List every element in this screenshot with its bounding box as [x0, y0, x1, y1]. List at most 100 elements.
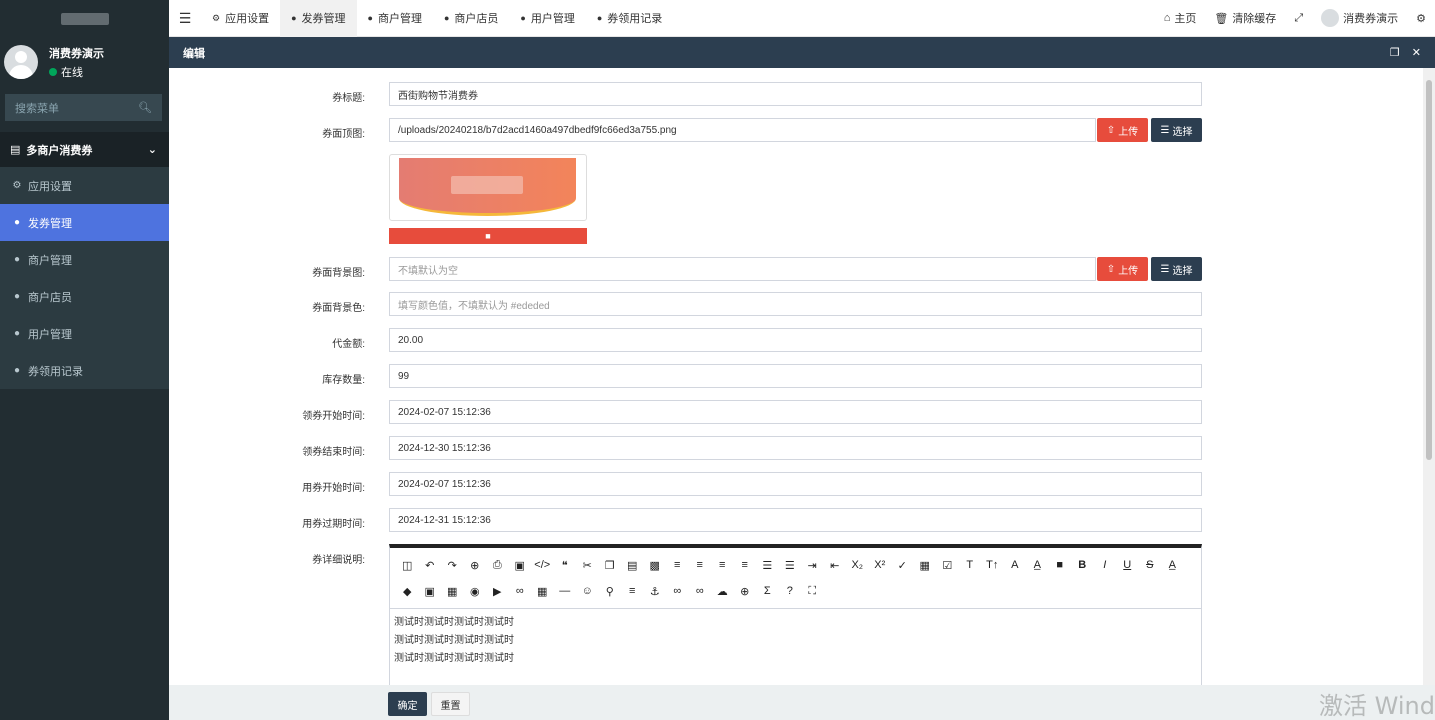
- select-all-icon[interactable]: ▦: [914, 552, 937, 578]
- undo-icon[interactable]: ↶: [419, 552, 442, 578]
- tab-claim-records[interactable]: ● 券领用记录: [586, 0, 673, 37]
- claim-start-input[interactable]: 2024-02-07 15:12:36: [389, 400, 1202, 424]
- source-code-icon[interactable]: ◫: [396, 552, 419, 578]
- table-icon[interactable]: ▦: [531, 578, 554, 604]
- paste-text-icon[interactable]: ▤: [621, 552, 644, 578]
- restore-window-icon[interactable]: ❐: [1390, 46, 1400, 59]
- preview-icon[interactable]: ▣: [509, 552, 532, 578]
- checkbox-icon[interactable]: ☑: [936, 552, 959, 578]
- help-icon[interactable]: ?: [779, 578, 802, 604]
- superscript-icon[interactable]: X²: [869, 552, 892, 578]
- tab-coupon-manage[interactable]: ● 发券管理: [280, 0, 357, 37]
- format-painter-icon[interactable]: A̲: [1161, 552, 1184, 578]
- attachment-icon[interactable]: ∞: [509, 578, 532, 604]
- sidebar-search-input[interactable]: 搜索菜单 🔍︎: [5, 94, 162, 121]
- multi-image-icon[interactable]: ◉: [464, 578, 487, 604]
- bold-icon[interactable]: B: [1071, 552, 1094, 578]
- sidebar-group-coupon[interactable]: ▤ 多商户消费券 ⌄: [0, 132, 169, 167]
- video-icon[interactable]: ▶: [486, 578, 509, 604]
- top-image-select-button[interactable]: ☰ 选择: [1151, 118, 1202, 142]
- image-icon[interactable]: ▣: [419, 578, 442, 604]
- align-left-icon[interactable]: ≡: [666, 552, 689, 578]
- tab-merchant-staff[interactable]: ● 商户店员: [433, 0, 509, 37]
- sidebar-item-merchant-staff[interactable]: ● 商户店员: [0, 278, 169, 315]
- underline-icon[interactable]: U: [1116, 552, 1139, 578]
- use-start-input[interactable]: 2024-02-07 15:12:36: [389, 472, 1202, 496]
- sidebar-item-merchant-manage[interactable]: ● 商户管理: [0, 241, 169, 278]
- top-image-value: /uploads/20240218/b7d2acd1460a497dbedf9f…: [398, 124, 677, 136]
- italic-icon[interactable]: I: [1094, 552, 1117, 578]
- sidebar-item-claim-records[interactable]: ● 券领用记录: [0, 352, 169, 389]
- outdent-icon[interactable]: ⇤: [824, 552, 847, 578]
- eraser-icon[interactable]: ◆: [396, 578, 419, 604]
- tab-user-manage[interactable]: ● 用户管理: [509, 0, 585, 37]
- clear-cache-button[interactable]: 🗑︎ 清除缓存: [1205, 10, 1285, 26]
- tab-app-settings[interactable]: ⚙ 应用设置: [201, 0, 280, 37]
- bg-image-select-button[interactable]: ☰ 选择: [1151, 257, 1202, 281]
- claim-end-input[interactable]: 2024-12-30 15:12:36: [389, 436, 1202, 460]
- cut-icon[interactable]: ✂: [576, 552, 599, 578]
- align-center-icon[interactable]: ≡: [689, 552, 712, 578]
- align-right-icon[interactable]: ≡: [711, 552, 734, 578]
- amount-input[interactable]: 20.00: [389, 328, 1202, 352]
- strikethrough-icon[interactable]: S: [1139, 552, 1162, 578]
- cloud-upload-icon[interactable]: ☁: [711, 578, 734, 604]
- bg-image-upload-button[interactable]: ⇧ 上传: [1097, 257, 1148, 281]
- clear-format-icon[interactable]: ✓: [891, 552, 914, 578]
- zoom-icon[interactable]: ⊕: [734, 578, 757, 604]
- bg-color-input[interactable]: 填写颜色值，不填默认为 #ededed: [389, 292, 1202, 316]
- close-icon[interactable]: ✕: [1412, 46, 1421, 59]
- content-scrollbar[interactable]: [1423, 68, 1435, 685]
- font-family-icon[interactable]: A: [1004, 552, 1027, 578]
- chevron-down-icon[interactable]: ⌄: [148, 143, 157, 156]
- font-size-icon[interactable]: T↑: [981, 552, 1004, 578]
- confirm-button[interactable]: 确定: [388, 692, 427, 716]
- user-menu[interactable]: 消费券演示: [1312, 9, 1407, 27]
- unlink-icon[interactable]: ∞: [689, 578, 712, 604]
- quote-icon[interactable]: ❝: [554, 552, 577, 578]
- menu-toggle-icon[interactable]: ☰: [169, 10, 201, 27]
- settings-button[interactable]: ⚙: [1407, 12, 1435, 25]
- sidebar-item-user-manage[interactable]: ● 用户管理: [0, 315, 169, 352]
- fullscreen-button[interactable]: ⤢: [1285, 12, 1312, 25]
- indent-icon[interactable]: ⇥: [801, 552, 824, 578]
- map-icon[interactable]: ⚲: [599, 578, 622, 604]
- gallery-icon[interactable]: ▦: [441, 578, 464, 604]
- top-image-upload-button[interactable]: ⇧ 上传: [1097, 118, 1148, 142]
- unordered-list-icon[interactable]: ☰: [779, 552, 802, 578]
- code-icon[interactable]: </>: [531, 552, 554, 578]
- search-replace-icon[interactable]: ⊕: [464, 552, 487, 578]
- heading-icon[interactable]: T: [959, 552, 982, 578]
- use-end-input[interactable]: 2024-12-31 15:12:36: [389, 508, 1202, 532]
- emoji-icon[interactable]: ☺: [576, 578, 599, 604]
- search-icon[interactable]: 🔍︎: [138, 101, 152, 114]
- copy-icon[interactable]: ❐: [599, 552, 622, 578]
- stock-input[interactable]: 99: [389, 364, 1202, 388]
- editor-content[interactable]: 测试时测试时测试时测试时 测试时测试时测试时测试时 测试时测试时测试时测试时: [390, 609, 1201, 673]
- tab-merchant-manage[interactable]: ● 商户管理: [357, 0, 433, 37]
- paste-icon[interactable]: ▩: [644, 552, 667, 578]
- title-input[interactable]: 西街购物节消费券: [389, 82, 1202, 106]
- subscript-icon[interactable]: X₂: [846, 552, 869, 578]
- fullscreen-icon[interactable]: ⛶: [801, 578, 824, 604]
- sidebar-item-coupon-manage[interactable]: ● 发券管理: [0, 204, 169, 241]
- scrollbar-thumb[interactable]: [1426, 80, 1432, 460]
- home-link[interactable]: ⌂ 主页: [1155, 10, 1206, 26]
- anchor-icon[interactable]: ⚓: [644, 578, 667, 604]
- text-color-icon[interactable]: A̲: [1026, 552, 1049, 578]
- formula-icon[interactable]: Σ: [756, 578, 779, 604]
- link-icon[interactable]: ∞: [666, 578, 689, 604]
- horizontal-rule-icon[interactable]: —: [554, 578, 577, 604]
- redo-icon[interactable]: ↷: [441, 552, 464, 578]
- delete-image-button[interactable]: ■: [389, 228, 587, 244]
- sidebar-item-app-settings[interactable]: ⚙ 应用设置: [0, 167, 169, 204]
- page-break-icon[interactable]: ≡: [621, 578, 644, 604]
- top-image-input[interactable]: /uploads/20240218/b7d2acd1460a497dbedf9f…: [389, 118, 1096, 142]
- align-justify-icon[interactable]: ≡: [734, 552, 757, 578]
- rich-text-editor[interactable]: ◫ ↶ ↷ ⊕ ⎙ ▣ </> ❝ ✂ ❐ ▤ ▩ ≡ ≡ ≡ ≡ ☰ ☰ ⇥ …: [389, 544, 1202, 685]
- reset-button[interactable]: 重置: [431, 692, 470, 716]
- bg-image-input[interactable]: 不填默认为空: [389, 257, 1096, 281]
- ordered-list-icon[interactable]: ☰: [756, 552, 779, 578]
- bg-color-icon[interactable]: ■: [1049, 552, 1072, 578]
- print-icon[interactable]: ⎙: [486, 552, 509, 578]
